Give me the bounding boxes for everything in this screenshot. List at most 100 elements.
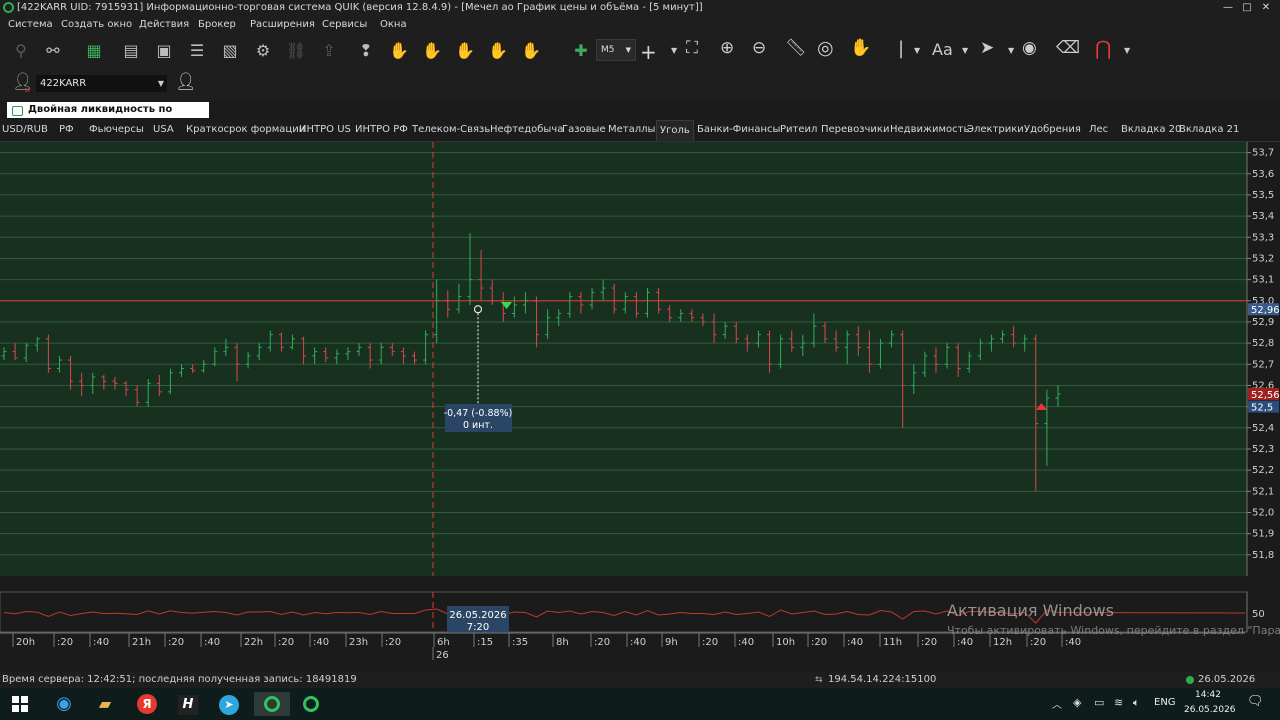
tab-rf[interactable]: РФ	[59, 120, 74, 141]
timeframe-selector[interactable]: M5 ▼	[596, 39, 636, 61]
x-tick-label: 20h	[16, 637, 35, 648]
connect-icon[interactable]: ⚲	[10, 40, 32, 62]
link-table-icon[interactable]: ⛓	[285, 40, 307, 62]
cancel-hand-icon[interactable]: ✋	[454, 40, 476, 62]
stop-hand-icon[interactable]: ✋	[487, 40, 509, 62]
zoom-in-icon[interactable]: ⊕	[720, 38, 734, 58]
export-icon[interactable]: ⇪	[318, 40, 340, 62]
chevron-down-icon: ▼	[157, 79, 164, 88]
menu-item-broker[interactable]: Брокер	[198, 16, 236, 33]
edge-browser-icon[interactable]: ◉	[51, 692, 77, 716]
user-icon[interactable]: 👤︎	[175, 72, 197, 92]
file-explorer-icon[interactable]: ▰	[92, 692, 118, 716]
battery-icon[interactable]: ▭	[1094, 696, 1104, 709]
line-dropdown-icon[interactable]: ▼	[914, 46, 920, 55]
minimize-button[interactable]: —	[1221, 0, 1235, 16]
x-tick-label: :40	[957, 637, 973, 648]
fit-chart-icon[interactable]: ⛶	[686, 38, 698, 58]
pan-hand-icon[interactable]: ✋	[850, 38, 871, 58]
price-chart[interactable]: 53,753,653,553,453,353,253,153,052,952,8…	[0, 142, 1280, 661]
x-tick-label: :40	[93, 637, 109, 648]
x-tick-label: 10h	[776, 637, 795, 648]
alert-icon[interactable]: ❢	[355, 40, 377, 62]
notifications-icon[interactable]: 🗨︎	[1247, 694, 1264, 709]
tab-real-estate[interactable]: Недвижимость	[890, 120, 969, 141]
marker-tool-icon[interactable]: ➤	[980, 38, 994, 58]
tab-gas[interactable]: Газовые	[562, 120, 606, 141]
magnet-icon[interactable]: ⋂	[1095, 36, 1111, 60]
tab-oil[interactable]: Нефтедобыча	[490, 120, 563, 141]
tab-telecom[interactable]: Телеком-Связь	[412, 120, 490, 141]
crosshair-dropdown-icon[interactable]: ▼	[671, 46, 677, 55]
tab-intro-rf[interactable]: ИНТРО РФ	[355, 120, 408, 141]
clock-time[interactable]: 14:42	[1195, 690, 1221, 700]
target-icon[interactable]: ◎	[817, 37, 834, 59]
tab-coal[interactable]: Уголь	[656, 120, 694, 141]
y-tick-label: 53,5	[1252, 190, 1274, 201]
tab-banks[interactable]: Банки-Финансы	[697, 120, 780, 141]
menu-item-system[interactable]: Система	[8, 16, 53, 33]
menu-item-windows[interactable]: Окна	[380, 16, 407, 33]
text-dropdown-icon[interactable]: ▼	[962, 46, 968, 55]
delete-drawings-icon[interactable]: ⌫	[1056, 38, 1080, 58]
settings-table-icon[interactable]: ⚙	[252, 40, 274, 62]
menu-item-services[interactable]: Сервисы	[322, 16, 367, 33]
new-table-icon[interactable]: ▦	[83, 40, 105, 62]
quik-taskbar-icon[interactable]	[298, 692, 324, 716]
chart-window[interactable]: 53,7 53,6 53,5 53,4 53,3 53,2 53,1 53,0 52,9 52,8…	[0, 142, 1280, 661]
maximize-button[interactable]: □	[1240, 0, 1254, 16]
tab-electric[interactable]: Электрики	[967, 120, 1024, 141]
tab-usa[interactable]: USA	[153, 120, 174, 141]
tab-intro-us[interactable]: ИНТРО US	[299, 120, 351, 141]
volume-icon[interactable]: 🔈︎	[1133, 696, 1140, 710]
menu-item-extensions[interactable]: Расширения	[250, 16, 315, 33]
chart-window-icon[interactable]: ▤	[120, 40, 142, 62]
cancel-all-icon[interactable]: ✋	[520, 40, 542, 62]
menu-item-actions[interactable]: Действия	[139, 16, 189, 33]
quotes-window-icon[interactable]: ▣	[153, 40, 175, 62]
measure-tooltip-intervals: 0 инт.	[463, 420, 493, 431]
tray-expand-icon[interactable]: ︿	[1052, 696, 1062, 711]
tab-usd-rub[interactable]: USD/RUB	[2, 120, 48, 141]
portfolio-icon[interactable]: ▧	[219, 40, 241, 62]
tab-fertilizers[interactable]: Удобрения	[1024, 120, 1081, 141]
sell-hand-icon[interactable]: ✋	[421, 40, 443, 62]
clock-date[interactable]: 26.05.2026	[1184, 705, 1236, 715]
tab-futures[interactable]: Фьючерсы	[89, 120, 144, 141]
quik-taskbar-icon-active[interactable]	[254, 692, 290, 716]
language-indicator[interactable]: ENG	[1154, 697, 1176, 708]
tab-20[interactable]: Вкладка 20	[1121, 120, 1181, 141]
tab-forest[interactable]: Лес	[1089, 120, 1108, 141]
tab-21[interactable]: Вкладка 21	[1179, 120, 1239, 141]
app-h-icon[interactable]: H	[175, 692, 201, 716]
crosshair-icon[interactable]: +	[640, 40, 657, 64]
telegram-icon[interactable]: ➤	[216, 692, 242, 716]
wifi-icon[interactable]: ≋	[1114, 696, 1123, 709]
marker-dropdown-icon[interactable]: ▼	[1008, 46, 1014, 55]
magnet-dropdown-icon[interactable]: ▼	[1124, 46, 1130, 55]
orders-table-icon[interactable]: ☰	[186, 40, 208, 62]
x-tick-label: :40	[630, 637, 646, 648]
tab-short-formations[interactable]: Краткосрок формации	[186, 120, 305, 141]
zoom-out-icon[interactable]: ⊖	[752, 38, 766, 58]
ruler-icon[interactable]: 📏︎	[785, 38, 807, 58]
yandex-browser-icon[interactable]: Я	[134, 692, 160, 716]
account-selector[interactable]: 422KARR ▼	[36, 75, 167, 92]
buy-hand-icon[interactable]: ✋	[388, 40, 410, 62]
add-instrument-icon[interactable]: ✚	[570, 40, 592, 62]
tray-app-icon[interactable]: ◈	[1073, 696, 1081, 709]
line-tool-icon[interactable]: |	[898, 38, 904, 59]
strategy-icon	[12, 106, 23, 116]
tab-metals[interactable]: Металлы	[608, 120, 655, 141]
server-time-status: Время сервера: 12:42:51; последняя получ…	[2, 674, 357, 685]
hide-eye-icon[interactable]: ◉	[1022, 38, 1037, 58]
menu-item-create-window[interactable]: Создать окно	[61, 16, 132, 33]
x-tick-label: :20	[811, 637, 827, 648]
windows-start-icon[interactable]	[7, 692, 33, 716]
strategy-label[interactable]: Двойная ликвидность по БПИФ...	[7, 102, 209, 131]
tab-carriers[interactable]: Перевозчики	[821, 120, 889, 141]
disconnect-icon[interactable]: ⚯	[42, 40, 64, 62]
tab-retail[interactable]: Ритеил	[780, 120, 817, 141]
close-button[interactable]: ✕	[1259, 0, 1273, 16]
text-tool-icon[interactable]: Aa	[932, 40, 953, 59]
